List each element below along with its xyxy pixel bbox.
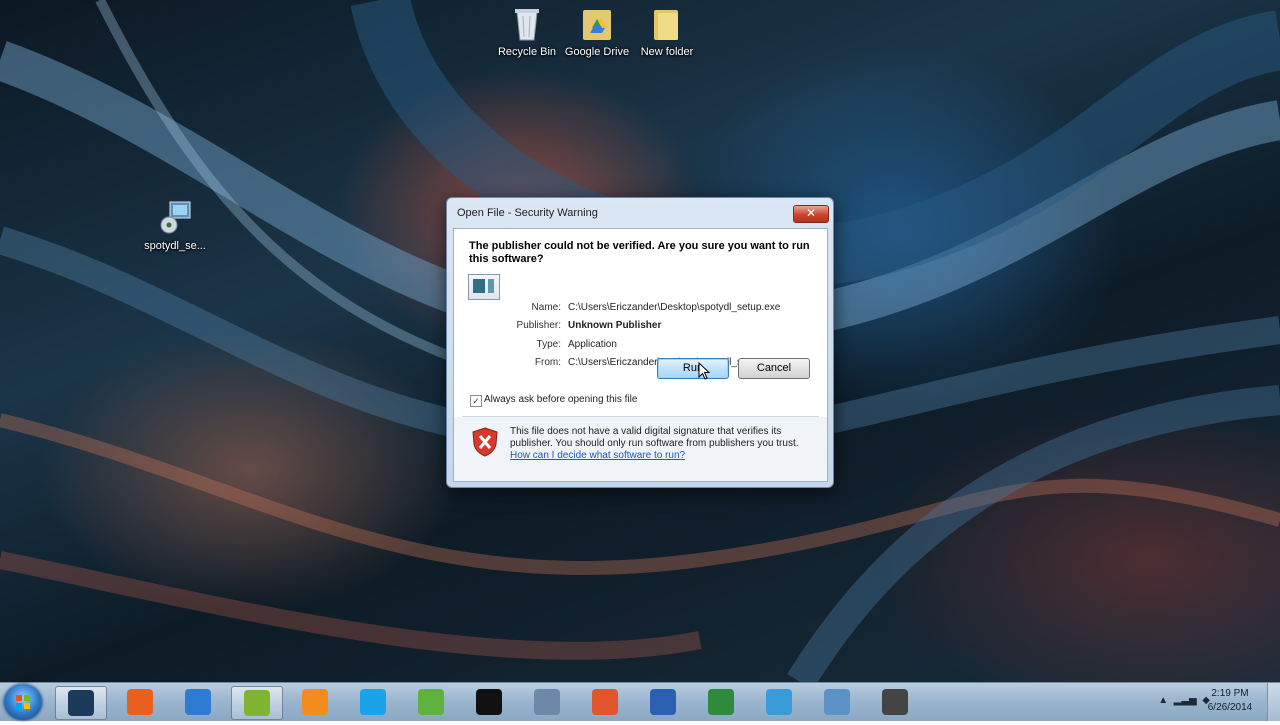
always-ask-label[interactable]: Always ask before opening this file bbox=[484, 394, 637, 405]
close-icon: ✕ bbox=[805, 206, 817, 220]
taskbar-button-media-player[interactable] bbox=[290, 686, 340, 718]
application-icon bbox=[468, 274, 500, 300]
google-drive-icon bbox=[580, 6, 614, 42]
dialog-headline: The publisher could not be verified. Are… bbox=[469, 240, 810, 265]
explorer-icon bbox=[824, 689, 850, 715]
excel-icon bbox=[708, 689, 734, 715]
word-icon bbox=[650, 689, 676, 715]
help-link[interactable]: How can I decide what software to run? bbox=[510, 450, 685, 461]
skype-icon bbox=[360, 689, 386, 715]
setup-file-icon bbox=[158, 200, 192, 236]
clock[interactable]: 2:19 PM 6/26/2014 bbox=[1200, 687, 1260, 715]
folder-icon bbox=[650, 6, 684, 42]
calculator-icon bbox=[882, 689, 908, 715]
name-label: Name: bbox=[531, 302, 561, 313]
taskbar-button-excel[interactable] bbox=[696, 686, 746, 718]
clock-time: 2:19 PM bbox=[1211, 688, 1249, 699]
video-editor-icon bbox=[766, 689, 792, 715]
desktop-icon-label: New folder bbox=[640, 46, 694, 58]
taskbar-button-paint[interactable] bbox=[522, 686, 572, 718]
close-button[interactable]: ✕ bbox=[793, 205, 829, 223]
utorrent-icon bbox=[418, 689, 444, 715]
taskbar-button-calculator[interactable] bbox=[870, 686, 920, 718]
shield-warning-icon bbox=[472, 427, 498, 457]
publisher-label: Publisher: bbox=[516, 320, 561, 331]
security-warning-dialog: Open File - Security Warning ✕ The publi… bbox=[446, 197, 834, 488]
warning-footer: This file does not have a valid digital … bbox=[454, 417, 827, 481]
windows-logo-icon bbox=[16, 695, 30, 709]
taskbar-button-video-player[interactable] bbox=[464, 686, 514, 718]
type-value: Application bbox=[568, 339, 617, 350]
taskbar-button-word[interactable] bbox=[638, 686, 688, 718]
taskbar-button-spotify[interactable] bbox=[231, 686, 283, 720]
taskbar: ▲ ▂▃▅ ◆ 2:19 PM 6/26/2014 bbox=[0, 682, 1280, 721]
taskbar-button-powerpoint[interactable] bbox=[580, 686, 630, 718]
taskbar-button-skype[interactable] bbox=[348, 686, 398, 718]
start-button[interactable] bbox=[4, 684, 42, 720]
taskbar-button-explorer[interactable] bbox=[812, 686, 862, 718]
taskbar-button-camtasia[interactable] bbox=[55, 686, 107, 720]
paint-icon bbox=[534, 689, 560, 715]
taskbar-button-utorrent[interactable] bbox=[406, 686, 456, 718]
type-label: Type: bbox=[536, 339, 561, 350]
desktop-icon-label: spotydl_se... bbox=[144, 240, 206, 252]
desktop-icon-new-folder[interactable]: New folder bbox=[630, 6, 704, 58]
always-ask-checkbox[interactable]: ✓ bbox=[470, 395, 482, 407]
desktop-icon-label: Recycle Bin bbox=[497, 46, 557, 58]
firefox-icon bbox=[127, 689, 153, 715]
media-player-icon bbox=[302, 689, 328, 715]
dialog-content: The publisher could not be verified. Are… bbox=[453, 228, 828, 482]
desktop-icon-google-drive[interactable]: Google Drive bbox=[560, 6, 634, 58]
from-label: From: bbox=[534, 357, 561, 368]
mouse-cursor-icon bbox=[698, 362, 710, 380]
recycle-bin-icon bbox=[510, 6, 544, 42]
warning-text: This file does not have a valid digital … bbox=[510, 426, 799, 449]
desktop-icon-recycle-bin[interactable]: Recycle Bin bbox=[490, 6, 564, 58]
taskbar-button-internet-explorer[interactable] bbox=[173, 686, 223, 718]
name-value: C:\Users\Ericzander\Desktop\spotydl_setu… bbox=[568, 302, 781, 313]
video-player-icon bbox=[476, 689, 502, 715]
desktop-icon-label: Google Drive bbox=[564, 46, 630, 58]
taskbar-button-firefox[interactable] bbox=[115, 686, 165, 718]
powerpoint-icon bbox=[592, 689, 618, 715]
internet-explorer-icon bbox=[185, 689, 211, 715]
camtasia-icon bbox=[68, 690, 94, 716]
show-desktop-button[interactable] bbox=[1267, 683, 1280, 721]
taskbar-button-video-editor[interactable] bbox=[754, 686, 804, 718]
dialog-title: Open File - Security Warning bbox=[457, 207, 598, 219]
desktop-icon-spotydl-setup[interactable]: spotydl_se... bbox=[138, 200, 212, 252]
publisher-value: Unknown Publisher bbox=[568, 320, 662, 331]
spotify-icon bbox=[244, 690, 270, 716]
run-button[interactable]: Run bbox=[657, 358, 729, 379]
cancel-button[interactable]: Cancel bbox=[738, 358, 810, 379]
clock-date: 6/26/2014 bbox=[1207, 702, 1253, 713]
